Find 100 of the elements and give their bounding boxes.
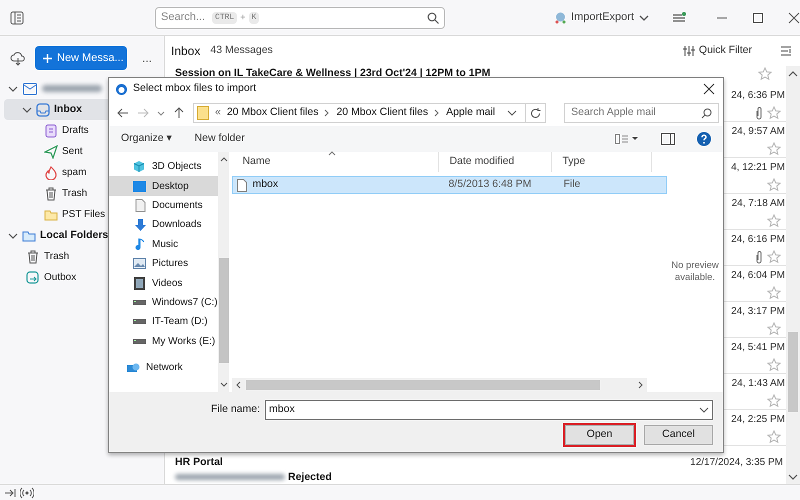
- cancel-button[interactable]: Cancel: [644, 425, 713, 445]
- scroll-down-icon: [788, 472, 798, 482]
- breadcrumb-item[interactable]: Apple mail: [446, 105, 496, 121]
- star-icon[interactable]: [767, 142, 781, 156]
- scrollbar[interactable]: [232, 378, 647, 392]
- nav-item[interactable]: Pictures: [109, 254, 218, 274]
- list-options-icon[interactable]: [780, 45, 792, 57]
- new-folder-button[interactable]: New folder: [194, 131, 245, 147]
- forward-arrow-icon[interactable]: [137, 107, 149, 119]
- nav-item[interactable]: Music: [109, 234, 218, 254]
- drive-icon: [133, 300, 146, 305]
- chevron-right-icon: [434, 109, 440, 117]
- nav-item[interactable]: Network: [109, 358, 218, 378]
- chevron-right-icon: [324, 109, 330, 117]
- download-arrow-icon: [134, 218, 146, 231]
- search-icon: [427, 12, 440, 24]
- drive-icon: [133, 338, 146, 344]
- dropdown-caret-icon: [699, 405, 709, 415]
- folder-icon: [197, 106, 209, 120]
- new-message-button[interactable]: New Messa...: [35, 46, 127, 70]
- activity-icon: [20, 486, 34, 498]
- file-row[interactable]: mbox 8/5/2013 6:48 PM File: [232, 176, 667, 194]
- picture-icon: [133, 258, 146, 270]
- scroll-right-icon: [636, 381, 645, 389]
- star-icon[interactable]: [767, 430, 781, 444]
- star-icon[interactable]: [767, 178, 781, 192]
- nav-item[interactable]: Downloads: [109, 215, 218, 235]
- desktop-icon: [133, 180, 146, 192]
- dropdown-caret-icon[interactable]: [507, 108, 518, 118]
- star-icon[interactable]: [767, 322, 781, 336]
- message-count: 43 Messages: [210, 43, 273, 58]
- account-icon: [554, 11, 568, 24]
- scroll-up-icon: [220, 155, 228, 163]
- nav-item[interactable]: Desktop: [109, 176, 218, 196]
- scrollbar-thumb[interactable]: [218, 258, 229, 363]
- back-arrow-icon[interactable]: [117, 107, 129, 119]
- more-button[interactable]: ...: [142, 49, 152, 67]
- breadcrumb-item[interactable]: 20 Mbox Client files: [336, 105, 428, 121]
- column-header[interactable]: Name: [232, 152, 440, 172]
- shortcut-key: CTRL: [212, 12, 238, 24]
- nav-item[interactable]: Documents: [109, 196, 218, 216]
- nav-item[interactable]: 3D Objects: [109, 157, 218, 176]
- menu-icon[interactable]: [672, 10, 686, 24]
- up-arrow-icon[interactable]: [173, 107, 185, 119]
- column-header[interactable]: Date modified: [439, 152, 552, 172]
- scrollbar-thumb[interactable]: [788, 332, 798, 412]
- flame-icon: [44, 166, 58, 180]
- star-icon[interactable]: [767, 394, 781, 408]
- trash-icon: [26, 250, 40, 264]
- view-options-icon[interactable]: [615, 134, 639, 144]
- star-icon[interactable]: [767, 286, 781, 300]
- close-icon[interactable]: [788, 12, 800, 24]
- scrollbar[interactable]: [786, 66, 800, 484]
- document-icon: [134, 198, 146, 212]
- search-field[interactable]: Search Apple mail: [564, 103, 720, 123]
- quick-filter-button[interactable]: Quick Filter: [682, 43, 752, 59]
- scrollbar[interactable]: [218, 152, 230, 392]
- dropdown-caret-icon[interactable]: [157, 109, 165, 117]
- scrollbar-thumb[interactable]: [246, 380, 600, 390]
- inbox-icon: [36, 102, 50, 116]
- search-field[interactable]: Search... CTRL + K: [155, 6, 446, 28]
- redacted-account-name: [42, 85, 102, 92]
- paperclip-icon: [754, 106, 764, 120]
- star-icon[interactable]: [767, 214, 781, 228]
- paperclip-icon: [754, 250, 764, 264]
- star-icon[interactable]: [767, 250, 781, 264]
- column-header[interactable]: Type: [552, 152, 652, 172]
- star-icon[interactable]: [767, 358, 781, 372]
- music-note-icon: [134, 238, 146, 251]
- plus-sign: +: [240, 10, 246, 24]
- overflow-chevron[interactable]: «: [215, 105, 221, 121]
- app-logo-icon: [115, 82, 128, 96]
- trash-icon: [44, 186, 58, 200]
- nav-item[interactable]: IT-Team (D:): [109, 312, 218, 332]
- search-icon: [701, 108, 712, 118]
- close-icon[interactable]: [703, 83, 715, 95]
- star-icon[interactable]: [758, 67, 772, 81]
- preview-pane-icon[interactable]: [661, 133, 675, 145]
- account-menu[interactable]: ImportExport: [550, 9, 654, 26]
- file-name-field[interactable]: mbox: [265, 400, 713, 420]
- sidebar-toggle-icon[interactable]: [10, 10, 24, 24]
- open-button[interactable]: Open: [565, 425, 634, 445]
- refresh-icon[interactable]: [530, 108, 542, 118]
- outbox-icon: [26, 270, 40, 284]
- scroll-down-icon: [220, 381, 228, 389]
- nav-item[interactable]: Videos: [109, 273, 218, 293]
- address-bar[interactable]: « 20 Mbox Client files 20 Mbox Client files Apple mail: [193, 103, 546, 123]
- star-icon[interactable]: [767, 106, 781, 120]
- drive-icon: [133, 319, 146, 324]
- message-row[interactable]: HR Portal 12/17/2024, 3:35 PM Rejected: [165, 446, 786, 483]
- scroll-left-icon: [234, 381, 242, 389]
- scroll-up-icon: [788, 69, 798, 79]
- breadcrumb-item[interactable]: 20 Mbox Client files: [226, 105, 318, 121]
- nav-item[interactable]: Windows7 (C:): [109, 292, 218, 312]
- maximize-icon[interactable]: [752, 12, 764, 24]
- folder-title: Inbox: [171, 43, 200, 60]
- shortcut-key: K: [248, 12, 260, 24]
- organize-menu[interactable]: Organize ▾: [121, 131, 173, 147]
- help-icon[interactable]: [697, 132, 711, 146]
- nav-item[interactable]: My Works (E:): [109, 332, 218, 351]
